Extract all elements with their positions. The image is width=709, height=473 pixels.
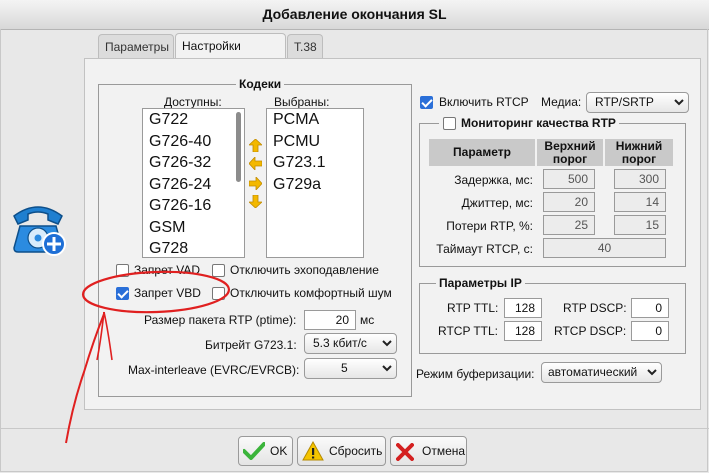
tab-t38[interactable]: T.38 <box>287 34 323 58</box>
comfort-noise-label: Отключить комфортный шум <box>230 286 392 300</box>
rtcp-dscp-input[interactable]: 0 <box>631 321 669 341</box>
timeout-label: Таймаут RTCP, с: <box>436 242 533 256</box>
cancel-label: Отмена <box>422 444 466 458</box>
vad-label: Запрет VAD <box>134 263 200 277</box>
buffer-mode-select[interactable]: автоматический <box>541 362 662 383</box>
move-left-arrow-icon[interactable] <box>248 155 263 172</box>
ptime-unit: мс <box>360 313 375 327</box>
bitrate-select[interactable]: 5.3 кбит/с <box>304 333 397 354</box>
delay-label: Задержка, мс: <box>454 173 533 187</box>
interleave-label: Max-interleave (EVRC/EVRCB): <box>128 363 300 377</box>
timeout-input[interactable]: 40 <box>543 238 666 258</box>
list-scrollbar[interactable] <box>236 112 241 182</box>
vbd-checkbox[interactable] <box>116 287 129 300</box>
echo-checkbox[interactable] <box>212 264 225 277</box>
monitoring-checkbox[interactable] <box>443 117 456 130</box>
loss-label: Потери RTP, %: <box>446 219 533 233</box>
phone-add-icon <box>8 196 70 258</box>
loss-lower-input[interactable]: 15 <box>614 215 666 235</box>
warning-icon <box>302 440 324 471</box>
tab-media-settings[interactable]: Настройки медиа <box>175 33 286 77</box>
move-right-arrow-icon[interactable] <box>248 175 263 192</box>
rtp-ttl-input[interactable]: 128 <box>504 298 542 318</box>
reset-label: Сбросить <box>329 444 383 458</box>
ptime-input[interactable]: 20 <box>304 310 356 330</box>
ip-params-legend: Параметры IP <box>436 276 525 290</box>
table-header-upper: Верхний порог <box>537 139 603 166</box>
bitrate-value: 5.3 кбит/с <box>313 336 367 350</box>
media-select[interactable]: RTP/SRTP <box>586 92 689 113</box>
move-up-arrow-icon[interactable] <box>247 138 264 153</box>
chevron-down-icon <box>674 93 684 118</box>
move-down-arrow-icon[interactable] <box>247 194 264 209</box>
buffer-mode-label: Режим буферизации: <box>416 367 535 381</box>
reset-button[interactable]: Сбросить <box>297 436 386 466</box>
selected-label: Выбраны: <box>274 95 330 109</box>
interleave-select[interactable]: 5 <box>304 358 397 379</box>
codecs-legend: Кодеки <box>236 77 285 91</box>
rtcp-ttl-input[interactable]: 128 <box>504 321 542 341</box>
chevron-down-icon <box>382 359 392 384</box>
chevron-down-icon <box>382 334 392 359</box>
media-value: RTP/SRTP <box>595 95 654 109</box>
available-list-item[interactable]: GSM <box>149 217 211 239</box>
table-header-lower: Нижний порог <box>605 139 673 166</box>
available-list-item[interactable]: G726-24 <box>149 174 211 196</box>
available-list-item[interactable]: G726-16 <box>149 195 211 217</box>
window-title: Добавление окончания SL <box>0 0 709 30</box>
buffer-mode-value: автоматический <box>548 365 638 379</box>
rtp-dscp-input[interactable]: 0 <box>631 298 669 318</box>
selected-list-item[interactable]: PCMA <box>273 109 325 131</box>
rtcp-dscp-label: RTCP DSCP: <box>554 324 627 338</box>
selected-codecs-list[interactable]: PCMA PCMU G723.1 G729a <box>266 108 364 258</box>
table-header-param: Параметр <box>429 139 535 166</box>
enable-rtcp-checkbox[interactable] <box>420 96 433 109</box>
ip-params-group <box>419 283 686 354</box>
available-list-item[interactable]: G726-32 <box>149 152 211 174</box>
ok-label: OK <box>270 444 288 458</box>
interleave-value: 5 <box>341 361 348 375</box>
close-icon <box>396 443 414 471</box>
echo-label: Отключить эхоподавление <box>230 263 379 277</box>
chevron-down-icon <box>647 363 657 388</box>
enable-rtcp-label: Включить RTCP <box>439 95 529 109</box>
available-list-item[interactable]: G726-40 <box>149 131 211 153</box>
available-codecs-list[interactable]: G722G726-40G726-32G726-24G726-16GSMG728i… <box>142 108 245 258</box>
selected-list-item[interactable]: G723.1 <box>273 152 325 174</box>
vad-checkbox[interactable] <box>116 264 129 277</box>
available-label: Доступны: <box>164 95 222 109</box>
selected-list-item[interactable]: G729a <box>273 174 325 196</box>
loss-upper-input[interactable]: 25 <box>543 215 595 235</box>
delay-lower-input[interactable]: 300 <box>614 169 666 189</box>
ok-button[interactable]: OK <box>238 436 293 466</box>
cancel-button[interactable]: Отмена <box>390 436 467 466</box>
vbd-label: Запрет VBD <box>134 286 201 300</box>
checkmark-icon <box>242 442 266 470</box>
comfort-noise-checkbox[interactable] <box>212 287 225 300</box>
ptime-label: Размер пакета RTP (ptime): <box>144 313 297 327</box>
available-list-item[interactable]: G722 <box>149 109 211 131</box>
rtcp-ttl-label: RTCP TTL: <box>438 324 499 338</box>
rtp-ttl-label: RTP TTL: <box>447 301 499 315</box>
delay-upper-input[interactable]: 500 <box>543 169 595 189</box>
jitter-upper-input[interactable]: 20 <box>543 192 595 212</box>
tab-parameters[interactable]: Параметры <box>98 34 174 58</box>
bitrate-label: Битрейт G723.1: <box>205 338 297 352</box>
jitter-label: Джиттер, мс: <box>461 196 533 210</box>
jitter-lower-input[interactable]: 14 <box>614 192 666 212</box>
media-label: Медиа: <box>541 95 582 109</box>
monitoring-label: Мониторинг качества RTP <box>461 116 616 130</box>
rtp-dscp-label: RTP DSCP: <box>563 301 627 315</box>
available-list-item[interactable]: G728 <box>149 238 211 257</box>
selected-list-item[interactable]: PCMU <box>273 131 325 153</box>
monitoring-legend: Мониторинг качества RTP <box>439 116 619 130</box>
footer-separator <box>0 428 709 429</box>
